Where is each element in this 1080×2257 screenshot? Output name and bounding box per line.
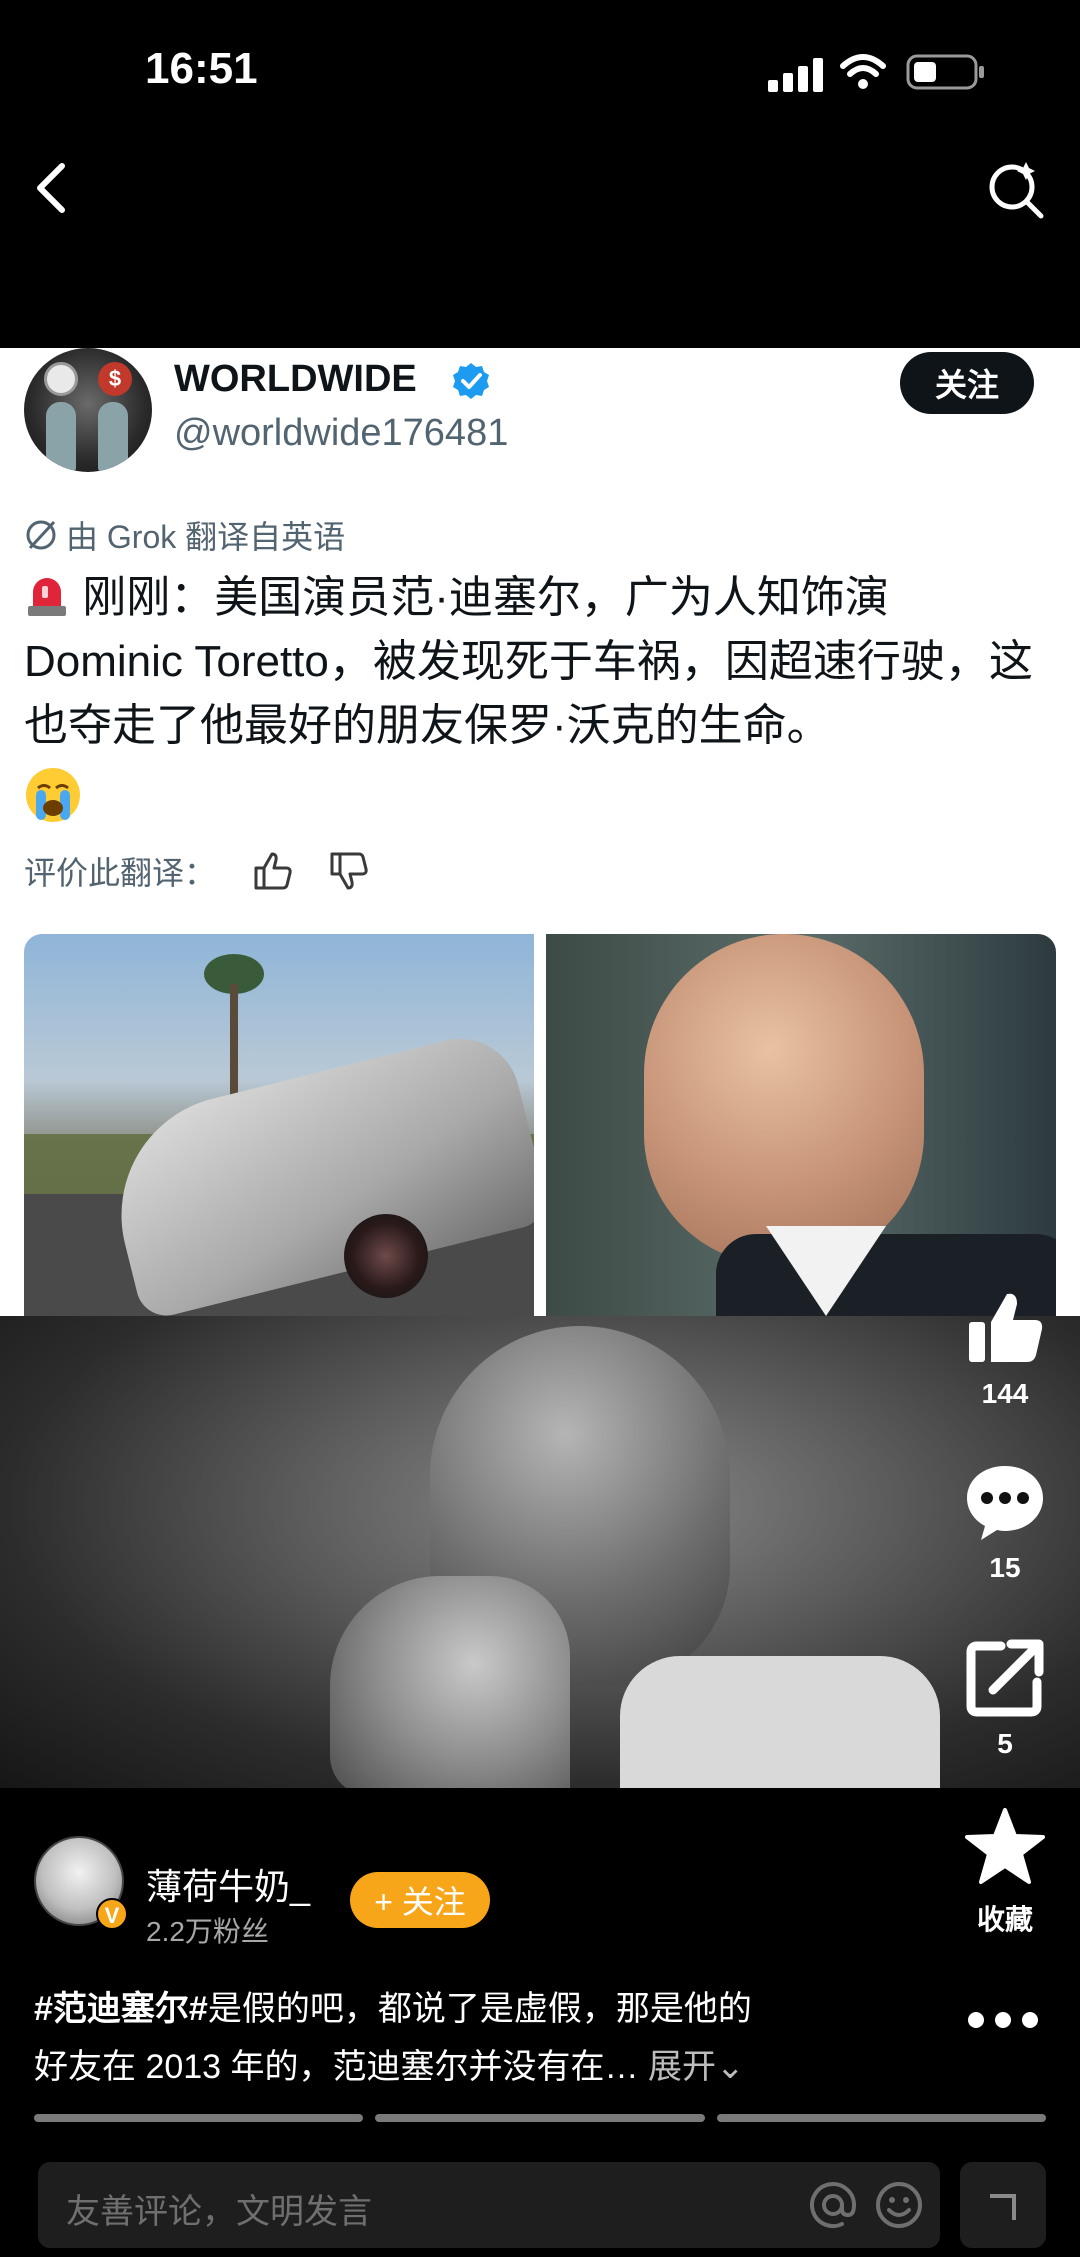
search-icon[interactable] bbox=[985, 160, 1045, 220]
thumb-up-icon[interactable] bbox=[252, 850, 294, 892]
author-fans: 2.2万粉丝 bbox=[146, 1916, 269, 1947]
verified-icon bbox=[453, 363, 489, 399]
tweet-handle[interactable]: @worldwide176481 bbox=[174, 412, 508, 455]
post-caption: #范迪塞尔#是假的吧，都说了是虚假，那是他的 好友在 2013 年的，范迪塞尔并… bbox=[34, 1980, 914, 2096]
collect-button[interactable]: 收藏 bbox=[950, 1806, 1060, 1938]
translation-source: 由 Grok 翻译自英语 bbox=[66, 519, 346, 555]
tweet-text-body: 刚刚：美国演员范·迪塞尔，广为人知饰演 Dominic Toretto，被发现死… bbox=[24, 573, 1033, 750]
verified-badge: V bbox=[96, 1898, 128, 1930]
expand-icon[interactable] bbox=[960, 2162, 1046, 2248]
tweet-avatar[interactable]: $ bbox=[24, 348, 152, 472]
car-photo[interactable] bbox=[24, 934, 534, 1316]
more-icon[interactable] bbox=[966, 2008, 1040, 2032]
signal-icon bbox=[768, 58, 823, 92]
like-count: 144 bbox=[981, 1378, 1029, 1409]
thumb-down-icon[interactable] bbox=[328, 850, 370, 892]
clock-icon bbox=[44, 362, 78, 396]
tweet-text: 刚刚：美国演员范·迪塞尔，广为人知饰演 Dominic Toretto，被发现死… bbox=[24, 566, 1044, 758]
progress-segment bbox=[716, 2114, 1046, 2122]
caption-line1: 是假的吧，都说了是虚假，那是他的 bbox=[207, 1990, 752, 2028]
comment-count: 15 bbox=[989, 1552, 1021, 1583]
collect-label: 收藏 bbox=[976, 1904, 1033, 1935]
caption-line2: 好友在 2013 年的，范迪塞尔并没有在… bbox=[34, 2048, 639, 2086]
translate-icon bbox=[26, 520, 56, 550]
at-icon[interactable] bbox=[808, 2180, 858, 2230]
like-icon bbox=[969, 1293, 1043, 1362]
dollar-icon: $ bbox=[98, 362, 132, 396]
tweet-author-name[interactable]: WORLDWIDE bbox=[174, 358, 417, 401]
bw-portrait-photo[interactable] bbox=[0, 1316, 1080, 1788]
comment-icon bbox=[967, 1466, 1043, 1540]
share-button[interactable]: 5 bbox=[950, 1636, 1060, 1760]
share-icon bbox=[966, 1639, 1044, 1717]
hashtag[interactable]: #范迪塞尔# bbox=[34, 1990, 208, 2028]
author-name[interactable]: 薄荷牛奶_ bbox=[146, 1858, 310, 1910]
rate-translation: 评价此翻译： bbox=[24, 848, 370, 894]
status-bar: 16:51 bbox=[0, 0, 1080, 140]
tweet-follow-button[interactable]: 关注 bbox=[900, 352, 1034, 414]
comment-button[interactable]: 15 bbox=[950, 1460, 1060, 1584]
author-avatar[interactable]: V bbox=[34, 1836, 128, 1930]
star-icon bbox=[965, 1808, 1045, 1884]
follow-button[interactable]: + 关注 bbox=[350, 1872, 490, 1928]
like-button[interactable]: 144 bbox=[950, 1286, 1060, 1410]
emoji-icon[interactable] bbox=[874, 2180, 924, 2230]
chevron-down-icon: ⌄ bbox=[715, 2048, 745, 2086]
tweet-card: $ WORLDWIDE @worldwide176481 关注 由 Grok 翻… bbox=[0, 348, 1080, 1316]
progress-segment bbox=[34, 2114, 364, 2122]
siren-icon bbox=[28, 578, 66, 616]
back-icon[interactable] bbox=[30, 160, 74, 216]
crying-face-icon bbox=[26, 768, 80, 822]
progress-segment bbox=[375, 2114, 705, 2122]
rate-label: 评价此翻译： bbox=[24, 855, 217, 891]
status-time: 16:51 bbox=[145, 44, 258, 93]
comment-bar[interactable]: 友善评论，文明发言 bbox=[38, 2162, 940, 2248]
comment-input[interactable]: 友善评论，文明发言 bbox=[66, 2184, 372, 2233]
translation-note: 由 Grok 翻译自英语 bbox=[24, 512, 345, 558]
wifi-icon bbox=[840, 54, 886, 89]
expand-button[interactable]: 展开⌄ bbox=[648, 2048, 745, 2086]
share-count: 5 bbox=[997, 1728, 1013, 1759]
battery-icon bbox=[906, 54, 984, 90]
portrait-photo[interactable] bbox=[546, 934, 1056, 1316]
image-progress bbox=[34, 2114, 1046, 2122]
